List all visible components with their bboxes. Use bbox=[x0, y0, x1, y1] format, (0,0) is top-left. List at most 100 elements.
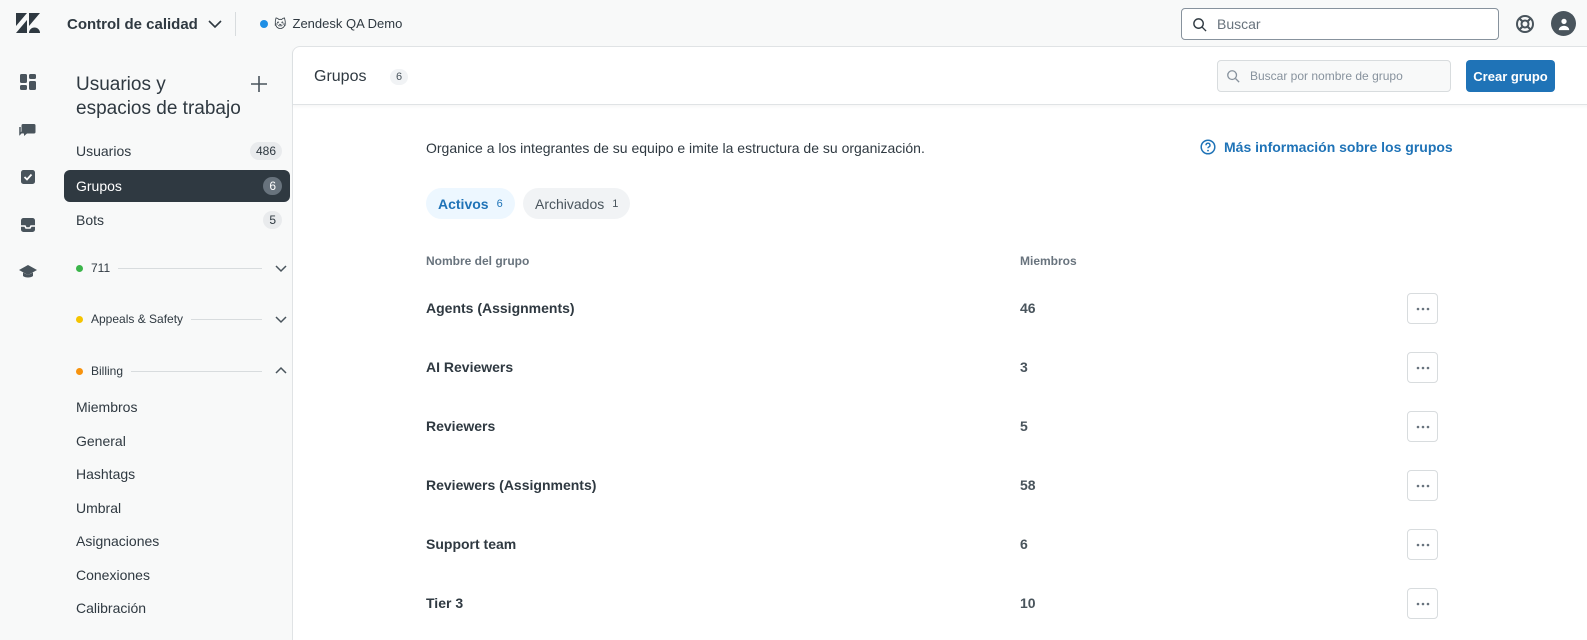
sidebar-subitem-umbral[interactable]: Umbral bbox=[76, 500, 121, 516]
inbox-icon[interactable] bbox=[18, 215, 38, 235]
help-lifebuoy-icon[interactable] bbox=[1514, 13, 1536, 35]
workspace-name: Appeals & Safety bbox=[91, 312, 184, 326]
group-options-button[interactable] bbox=[1407, 529, 1438, 560]
sidebar-subitem-asignaciones[interactable]: Asignaciones bbox=[76, 533, 159, 549]
sidebar-item-label: Usuarios bbox=[76, 143, 132, 159]
divider bbox=[131, 370, 262, 372]
academy-icon[interactable] bbox=[18, 262, 38, 282]
dashboard-icon[interactable] bbox=[18, 72, 38, 92]
global-search-input[interactable] bbox=[1217, 16, 1477, 32]
table-row[interactable]: AI Reviewers 3 bbox=[426, 339, 1438, 398]
divider bbox=[118, 267, 262, 269]
sidebar-subitem-conexiones[interactable]: Conexiones bbox=[76, 567, 150, 583]
group-search-input[interactable] bbox=[1250, 69, 1440, 83]
workspace-dot bbox=[260, 19, 268, 28]
sidebar-item-label: Bots bbox=[76, 212, 105, 228]
workspace-section-711[interactable]: 711 bbox=[76, 258, 288, 278]
search-icon bbox=[1193, 17, 1207, 32]
group-options-button[interactable] bbox=[1407, 411, 1438, 442]
workspace-dot bbox=[76, 264, 83, 272]
column-header-name[interactable]: Nombre del grupo bbox=[426, 254, 529, 268]
page-description: Organice a los integrantes de su equipo … bbox=[426, 140, 925, 156]
group-options-button[interactable] bbox=[1407, 293, 1438, 324]
main-panel: Grupos 6 Crear grupo Organice a los inte… bbox=[292, 46, 1587, 640]
group-options-button[interactable] bbox=[1407, 352, 1438, 383]
product-switcher[interactable]: Control de calidad bbox=[67, 15, 224, 33]
tab-count: 6 bbox=[496, 197, 503, 210]
group-name: Agents (Assignments) bbox=[426, 300, 575, 316]
nav-rail bbox=[0, 47, 58, 640]
add-icon[interactable] bbox=[248, 73, 270, 95]
sidebar-item-grupos[interactable]: Grupos 6 bbox=[64, 170, 290, 202]
workspace-name: Billing bbox=[91, 364, 124, 378]
sidebar: Usuarios y espacios de trabajo Usuarios … bbox=[58, 47, 296, 640]
tab-label: Activos bbox=[438, 195, 489, 212]
zendesk-logo-icon[interactable] bbox=[16, 13, 40, 33]
workspace-name: 711 bbox=[91, 261, 111, 275]
more-info-label: Más información sobre los grupos bbox=[1224, 139, 1453, 155]
sidebar-title: Usuarios y espacios de trabajo bbox=[76, 74, 241, 119]
table-row[interactable]: Agents (Assignments) 46 bbox=[426, 280, 1438, 339]
workspace-dot bbox=[76, 367, 83, 375]
more-horizontal-icon bbox=[1416, 484, 1429, 487]
group-members: 46 bbox=[1020, 300, 1036, 316]
global-search[interactable] bbox=[1181, 8, 1499, 40]
table-row[interactable]: Reviewers 5 bbox=[426, 398, 1438, 457]
user-avatar[interactable] bbox=[1551, 11, 1576, 36]
workspace-name: Zendesk QA Demo bbox=[292, 16, 403, 31]
tasks-icon[interactable] bbox=[18, 167, 38, 187]
chevron-down-icon[interactable] bbox=[274, 261, 288, 275]
search-icon bbox=[1227, 70, 1240, 83]
sidebar-item-usuarios[interactable]: Usuarios 486 bbox=[64, 135, 290, 167]
tab-label: Archivados bbox=[535, 195, 605, 212]
tab-activos[interactable]: Activos 6 bbox=[426, 188, 515, 219]
divider bbox=[235, 12, 236, 36]
group-members: 5 bbox=[1020, 418, 1028, 434]
group-members: 58 bbox=[1020, 477, 1036, 493]
more-horizontal-icon bbox=[1416, 366, 1429, 369]
chevron-up-icon[interactable] bbox=[274, 364, 288, 378]
group-name: Support team bbox=[426, 536, 517, 552]
group-options-button[interactable] bbox=[1407, 470, 1438, 501]
page-title: Grupos bbox=[314, 68, 367, 85]
group-name: Reviewers bbox=[426, 418, 496, 434]
top-bar: Control de calidad 🐱 Zendesk QA Demo bbox=[0, 0, 1587, 47]
tab-archivados[interactable]: Archivados 1 bbox=[523, 188, 631, 219]
group-members: 10 bbox=[1020, 595, 1036, 611]
more-horizontal-icon bbox=[1416, 602, 1429, 605]
sidebar-subitem-hashtags[interactable]: Hashtags bbox=[76, 466, 135, 482]
group-name: Tier 3 bbox=[426, 595, 464, 611]
group-count-badge: 6 bbox=[390, 69, 409, 85]
help-circle-icon bbox=[1200, 139, 1216, 155]
more-horizontal-icon bbox=[1416, 307, 1429, 310]
sidebar-subitem-general[interactable]: General bbox=[76, 433, 126, 449]
workspace-selector[interactable]: 🐱 Zendesk QA Demo bbox=[260, 16, 402, 31]
sidebar-subitem-calibracion[interactable]: Calibración bbox=[76, 600, 146, 616]
workspace-section-appeals[interactable]: Appeals & Safety bbox=[76, 309, 288, 329]
sidebar-item-label: Grupos bbox=[76, 178, 122, 194]
table-row[interactable]: Support team 6 bbox=[426, 516, 1438, 575]
sidebar-item-count: 5 bbox=[263, 211, 282, 229]
chevron-down-icon[interactable] bbox=[274, 312, 288, 326]
workspace-dot bbox=[76, 315, 83, 323]
sidebar-item-count: 486 bbox=[249, 142, 282, 160]
table-row[interactable]: Reviewers (Assignments) 58 bbox=[426, 457, 1438, 516]
more-horizontal-icon bbox=[1416, 543, 1429, 546]
workspace-section-billing[interactable]: Billing bbox=[76, 361, 288, 381]
user-icon bbox=[1558, 18, 1569, 30]
cat-icon: 🐱 bbox=[274, 16, 287, 31]
sidebar-item-count: 6 bbox=[263, 177, 282, 195]
group-search[interactable] bbox=[1217, 60, 1451, 92]
more-info-link[interactable]: Más información sobre los grupos bbox=[1200, 139, 1453, 155]
sidebar-item-bots[interactable]: Bots 5 bbox=[64, 204, 290, 236]
group-options-button[interactable] bbox=[1407, 588, 1438, 619]
create-group-button[interactable]: Crear grupo bbox=[1466, 60, 1555, 92]
table-row[interactable]: Tier 3 10 bbox=[426, 575, 1438, 634]
conversations-icon[interactable] bbox=[18, 120, 38, 140]
divider bbox=[191, 318, 262, 320]
group-members: 3 bbox=[1020, 359, 1028, 375]
column-header-members[interactable]: Miembros bbox=[1020, 254, 1077, 268]
product-name: Control de calidad bbox=[67, 15, 198, 33]
sidebar-subitem-miembros[interactable]: Miembros bbox=[76, 399, 137, 415]
tab-count: 1 bbox=[612, 197, 619, 210]
